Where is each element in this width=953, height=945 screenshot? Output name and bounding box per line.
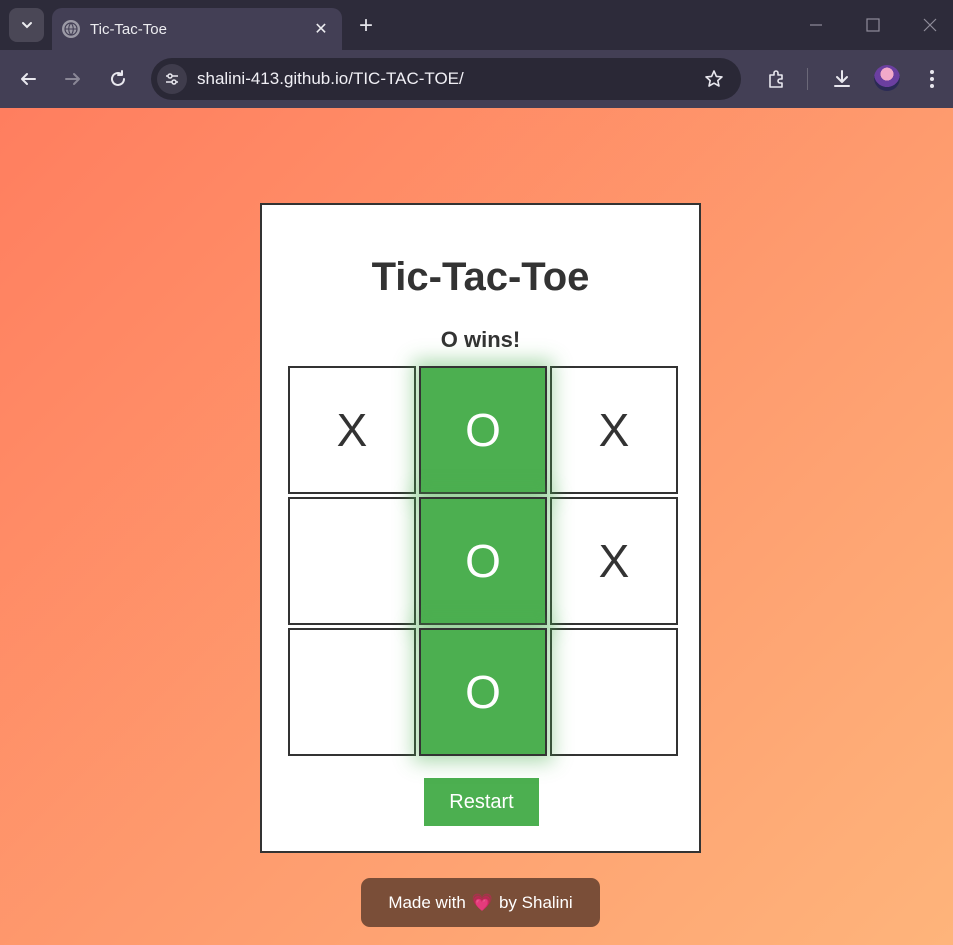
board-cell-7[interactable]: O (419, 628, 547, 756)
restart-button[interactable]: Restart (424, 778, 539, 826)
footer-author: by Shalini (498, 892, 573, 912)
url-text[interactable]: shalini-413.github.io/TIC-TAC-TOE/ (197, 69, 699, 89)
chevron-down-icon (21, 22, 32, 29)
board-cell-5[interactable]: X (550, 497, 678, 625)
game-status: O wins! (440, 327, 521, 352)
close-icon[interactable]: ✕ (308, 16, 334, 42)
browser-tab[interactable]: Tic-Tac-Toe ✕ (52, 8, 342, 50)
browser-toolbar: shalini-413.github.io/TIC-TAC-TOE/ (0, 50, 953, 108)
tab-search-button[interactable] (9, 8, 44, 42)
game-title: Tic-Tac-Toe (371, 255, 590, 299)
board-cell-1[interactable]: O (419, 366, 547, 494)
page-background: Tic-Tac-Toe O wins! X O X O X O Restart … (0, 108, 953, 945)
extensions-icon[interactable] (761, 64, 791, 94)
minimize-icon[interactable] (801, 10, 831, 40)
back-icon[interactable] (13, 64, 43, 94)
board-cell-8[interactable] (550, 628, 678, 756)
globe-icon (62, 20, 80, 38)
window-close-icon[interactable] (915, 10, 945, 40)
toolbar-divider (807, 68, 808, 90)
new-tab-button[interactable]: + (352, 12, 380, 40)
maximize-icon[interactable] (858, 10, 888, 40)
reload-icon[interactable] (103, 64, 133, 94)
board-cell-4[interactable]: O (419, 497, 547, 625)
address-bar[interactable]: shalini-413.github.io/TIC-TAC-TOE/ (151, 58, 741, 100)
board-cell-3[interactable] (288, 497, 416, 625)
forward-icon[interactable] (58, 64, 88, 94)
heart-icon: 💗 (471, 892, 493, 912)
game-card: Tic-Tac-Toe O wins! X O X O X O Restart (260, 203, 701, 853)
site-settings-icon[interactable] (157, 64, 187, 94)
board-cell-2[interactable]: X (550, 366, 678, 494)
board-cell-0[interactable]: X (288, 366, 416, 494)
footer-badge: Made with 💗 by Shalini (361, 878, 600, 927)
download-icon[interactable] (827, 64, 857, 94)
menu-kebab-icon[interactable] (917, 64, 947, 94)
footer-made-with: Made with (388, 892, 466, 912)
tab-title: Tic-Tac-Toe (90, 20, 167, 38)
board-cell-6[interactable] (288, 628, 416, 756)
tab-strip: Tic-Tac-Toe ✕ + (0, 0, 953, 50)
bookmark-star-icon[interactable] (699, 64, 729, 94)
game-board: X O X O X O (288, 366, 680, 758)
profile-avatar[interactable] (874, 65, 900, 91)
